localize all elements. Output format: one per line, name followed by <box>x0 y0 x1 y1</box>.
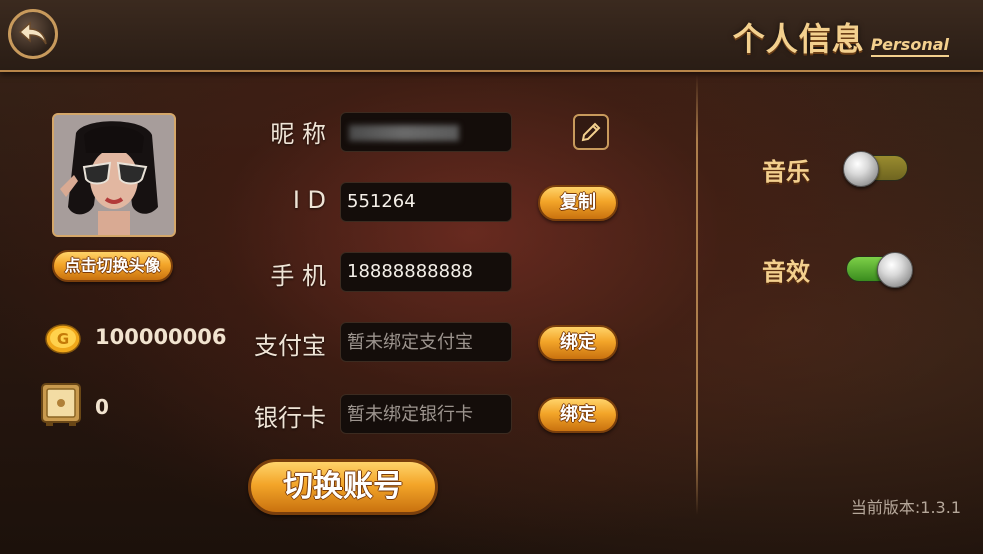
bind-bank-card-button[interactable]: 绑定 <box>538 397 618 433</box>
nickname-field[interactable] <box>340 112 512 152</box>
id-label: I D <box>292 186 326 214</box>
sound-effects-toggle-knob <box>877 252 913 288</box>
sound-effects-toggle[interactable] <box>846 252 913 288</box>
switch-account-button[interactable]: 切换账号 <box>248 459 438 515</box>
panel-divider <box>696 75 698 515</box>
back-arrow-icon <box>18 21 47 45</box>
page-title-zh: 个人信息 <box>732 20 865 58</box>
bank-card-field[interactable] <box>340 394 512 434</box>
bank-card-label: 银行卡 <box>254 404 326 432</box>
phone-label: 手 机 <box>270 262 326 290</box>
bind-alipay-button[interactable]: 绑定 <box>538 325 618 361</box>
phone-field: 18888888888 <box>340 252 512 292</box>
back-button[interactable] <box>8 9 58 59</box>
safe-box-icon <box>41 383 81 426</box>
sound-effects-label: 音效 <box>762 258 810 286</box>
alipay-label: 支付宝 <box>254 332 326 360</box>
blurred-nickname <box>349 125 459 141</box>
personal-info-screen: 个人信息 Personal 点击切换头像 G 100000006 0 昵 称 I… <box>0 0 983 554</box>
id-field: 551264 <box>340 182 512 222</box>
edit-pencil-icon <box>581 122 601 142</box>
copy-id-button[interactable]: 复制 <box>538 185 618 221</box>
edit-nickname-button[interactable] <box>573 114 609 150</box>
coin-balance: 100000006 <box>95 325 227 349</box>
avatar[interactable] <box>52 113 176 237</box>
page-title: 个人信息 Personal <box>733 14 949 58</box>
safe-balance: 0 <box>95 395 109 419</box>
alipay-field[interactable] <box>340 322 512 362</box>
avatar-image <box>54 115 174 235</box>
version-text: 当前版本:1.3.1 <box>850 498 961 517</box>
music-toggle-knob <box>843 151 879 187</box>
nickname-label: 昵 称 <box>270 120 326 148</box>
svg-text:G: G <box>57 330 69 348</box>
music-toggle[interactable] <box>843 151 908 187</box>
page-title-en: Personal <box>870 35 949 57</box>
top-bar: 个人信息 Personal <box>0 0 983 72</box>
change-avatar-button[interactable]: 点击切换头像 <box>52 250 173 282</box>
music-label: 音乐 <box>762 158 810 186</box>
gold-coin-icon: G <box>45 324 81 354</box>
